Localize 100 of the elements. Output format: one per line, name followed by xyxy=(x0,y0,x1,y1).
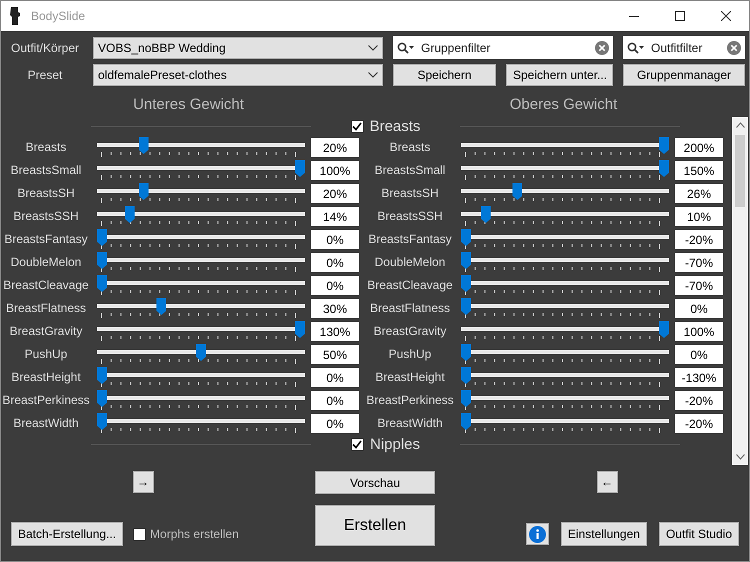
slider[interactable] xyxy=(461,344,669,361)
settings-button[interactable]: Einstellungen xyxy=(560,522,647,546)
slider-thumb[interactable] xyxy=(97,390,107,407)
value-field[interactable]: 20% xyxy=(311,138,359,157)
value-field[interactable]: 0% xyxy=(311,253,359,272)
slider-thumb[interactable] xyxy=(659,160,669,177)
slider-thumb[interactable] xyxy=(461,275,471,292)
value-field[interactable]: -20% xyxy=(675,391,723,410)
scroll-up-icon[interactable] xyxy=(736,122,744,128)
group-filter-field[interactable]: Gruppenfilter xyxy=(419,40,591,56)
save-as-button[interactable]: Speichern unter... xyxy=(506,64,613,86)
slider[interactable] xyxy=(97,183,305,200)
group-filter-box[interactable]: Gruppenfilter xyxy=(393,36,613,59)
slider-thumb[interactable] xyxy=(461,367,471,384)
search-icon[interactable] xyxy=(397,42,415,54)
clear-icon[interactable] xyxy=(727,40,741,54)
slider[interactable] xyxy=(97,321,305,338)
slider-thumb[interactable] xyxy=(295,321,305,338)
slider-thumb[interactable] xyxy=(156,298,166,315)
slider-thumb[interactable] xyxy=(461,344,471,361)
slider-thumb[interactable] xyxy=(97,275,107,292)
slider[interactable] xyxy=(461,298,669,315)
slider[interactable] xyxy=(97,160,305,177)
slider[interactable] xyxy=(97,229,305,246)
slider-thumb[interactable] xyxy=(461,229,471,246)
value-field[interactable]: 100% xyxy=(675,322,723,341)
slider-thumb[interactable] xyxy=(97,367,107,384)
scrollbar-thumb[interactable] xyxy=(735,135,745,207)
preview-button[interactable]: Vorschau xyxy=(315,471,435,494)
value-field[interactable]: 0% xyxy=(311,230,359,249)
value-field[interactable]: 0% xyxy=(311,368,359,387)
slider-thumb[interactable] xyxy=(124,206,135,223)
batch-build-button[interactable]: Batch-Erstellung... xyxy=(11,522,124,546)
slider-thumb[interactable] xyxy=(659,137,669,154)
slider-thumb[interactable] xyxy=(97,229,107,246)
slider-thumb[interactable] xyxy=(295,160,305,177)
save-button[interactable]: Speichern xyxy=(393,64,496,86)
build-button[interactable]: Erstellen xyxy=(315,505,435,546)
copy-to-lower-button[interactable]: ← xyxy=(596,471,618,493)
slider[interactable] xyxy=(461,160,669,177)
preset-dropdown[interactable]: oldfemalePreset-clothes xyxy=(93,64,383,86)
value-field[interactable]: -130% xyxy=(675,368,723,387)
value-field[interactable]: 14% xyxy=(311,207,359,226)
slider[interactable] xyxy=(97,413,305,430)
slider-thumb[interactable] xyxy=(461,252,471,269)
slider[interactable] xyxy=(461,137,669,154)
info-button[interactable] xyxy=(526,523,549,545)
slider[interactable] xyxy=(461,206,669,223)
morphs-checkbox[interactable] xyxy=(133,528,146,540)
slider-thumb[interactable] xyxy=(461,413,471,430)
value-field[interactable]: 0% xyxy=(311,276,359,295)
slider[interactable] xyxy=(461,183,669,200)
value-field[interactable]: 150% xyxy=(675,161,723,180)
slider[interactable] xyxy=(97,390,305,407)
value-field[interactable]: 0% xyxy=(311,391,359,410)
value-field[interactable]: 0% xyxy=(675,345,723,364)
copy-to-upper-button[interactable]: → xyxy=(132,471,154,493)
group-checkbox[interactable] xyxy=(350,120,364,133)
slider-thumb[interactable] xyxy=(480,206,491,223)
value-field[interactable]: 0% xyxy=(311,414,359,433)
slider-thumb[interactable] xyxy=(512,183,522,200)
slider-thumb[interactable] xyxy=(97,252,107,269)
value-field[interactable]: -70% xyxy=(675,276,723,295)
value-field[interactable]: -70% xyxy=(675,253,723,272)
value-field[interactable]: 50% xyxy=(311,345,359,364)
slider-thumb[interactable] xyxy=(659,321,669,338)
slider-thumb[interactable] xyxy=(461,390,471,407)
search-icon[interactable] xyxy=(627,42,645,54)
value-field[interactable]: -20% xyxy=(675,230,723,249)
slider[interactable] xyxy=(461,390,669,407)
slider-thumb[interactable] xyxy=(97,413,107,430)
value-field[interactable]: -20% xyxy=(675,414,723,433)
slider[interactable] xyxy=(461,367,669,384)
slider-thumb[interactable] xyxy=(461,298,471,315)
slider[interactable] xyxy=(97,275,305,292)
value-field[interactable]: 130% xyxy=(311,322,359,341)
scroll-down-icon[interactable] xyxy=(736,454,744,460)
slider[interactable] xyxy=(97,252,305,269)
slider-thumb[interactable] xyxy=(138,137,149,154)
slider[interactable] xyxy=(97,137,305,154)
value-field[interactable]: 30% xyxy=(311,299,359,318)
slider-thumb[interactable] xyxy=(138,183,149,200)
slider-thumb[interactable] xyxy=(196,344,206,361)
value-field[interactable]: 200% xyxy=(675,138,723,157)
value-field[interactable]: 0% xyxy=(675,299,723,318)
slider[interactable] xyxy=(97,344,305,361)
value-field[interactable]: 20% xyxy=(311,184,359,203)
outfit-filter-box[interactable]: Outfitfilter xyxy=(623,36,745,59)
slider[interactable] xyxy=(97,367,305,384)
scrollbar[interactable] xyxy=(732,117,748,465)
slider[interactable] xyxy=(97,298,305,315)
slider[interactable] xyxy=(97,206,305,223)
group-manager-button[interactable]: Gruppenmanager xyxy=(623,64,745,86)
slider[interactable] xyxy=(461,413,669,430)
value-field[interactable]: 10% xyxy=(675,207,723,226)
group-checkbox[interactable] xyxy=(350,438,364,451)
slider[interactable] xyxy=(461,229,669,246)
value-field[interactable]: 26% xyxy=(675,184,723,203)
slider[interactable] xyxy=(461,252,669,269)
value-field[interactable]: 100% xyxy=(311,161,359,180)
